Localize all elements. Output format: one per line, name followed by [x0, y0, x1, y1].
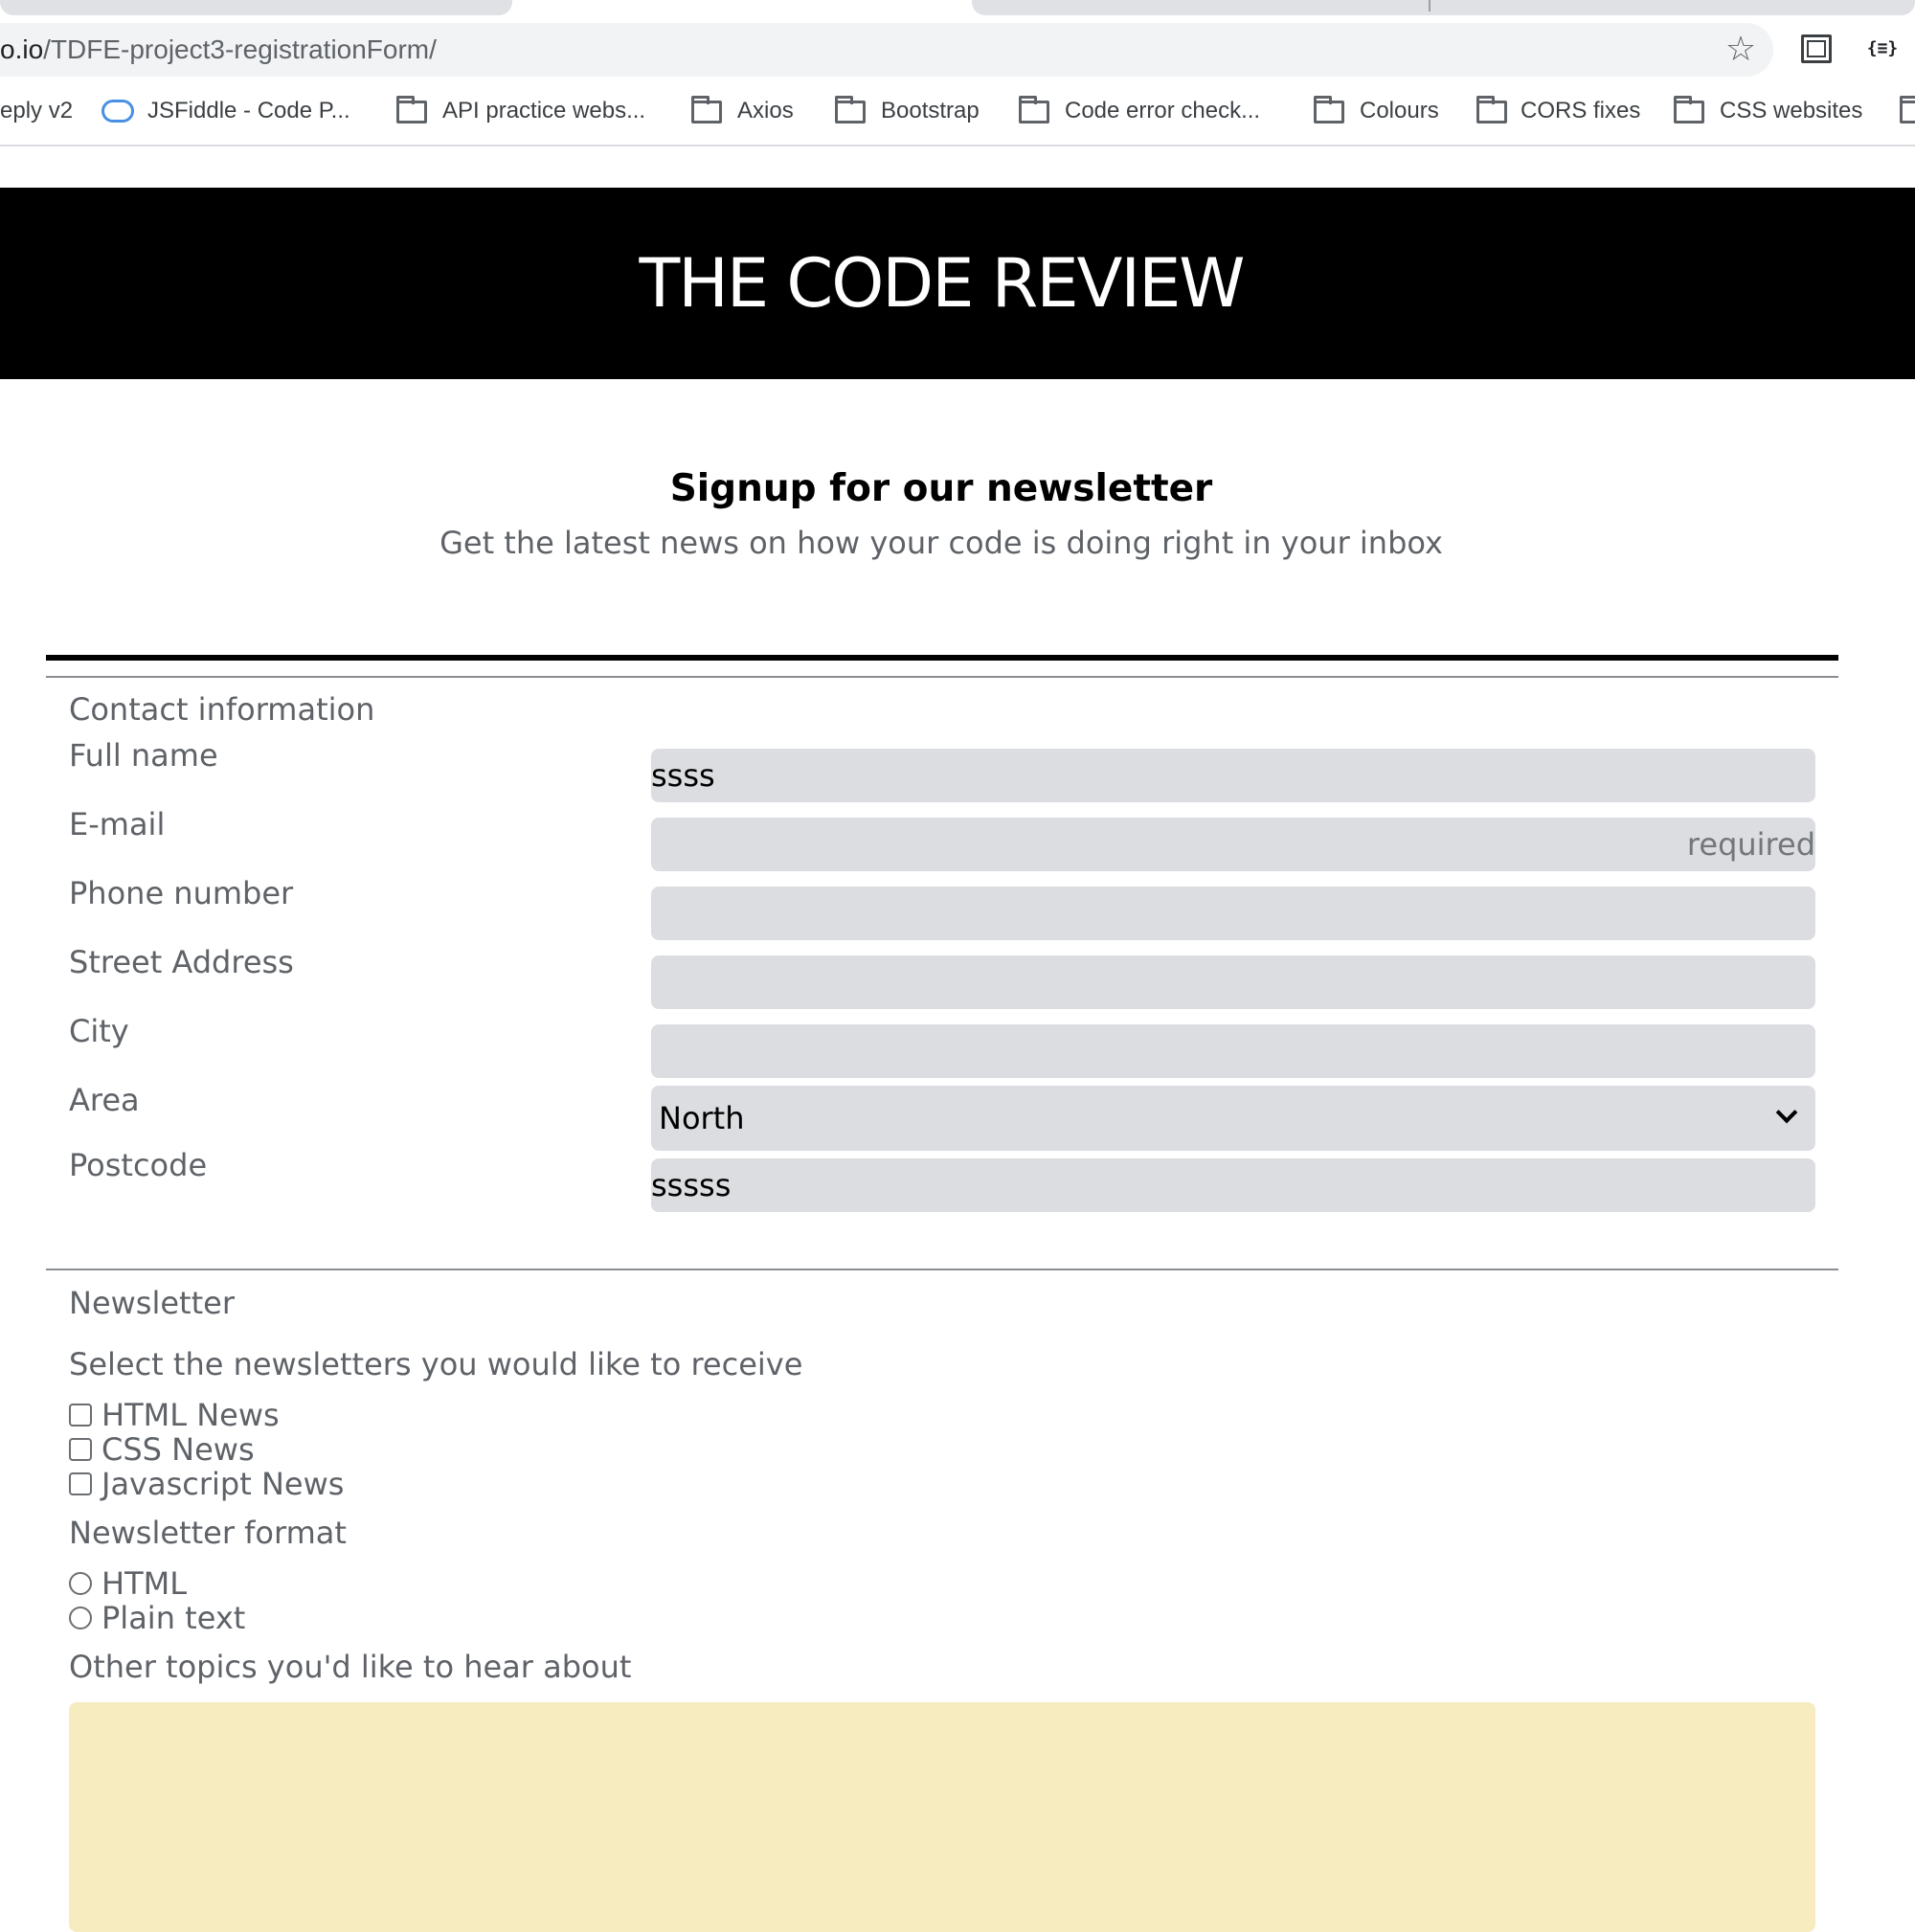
newsletter-format-prompt: Newsletter format — [69, 1515, 347, 1551]
folder-icon — [1314, 96, 1344, 124]
postcode-label: Postcode — [69, 1147, 208, 1183]
phone-label: Phone number — [69, 875, 294, 911]
bookmark-label: Axios — [737, 98, 794, 124]
folder-icon — [835, 96, 866, 124]
bookmark-star-icon[interactable]: ☆ — [1724, 29, 1758, 71]
city-input[interactable] — [651, 1024, 1815, 1078]
extension-icon[interactable]: {≡} — [1863, 34, 1902, 63]
other-topics-textarea[interactable] — [69, 1702, 1815, 1932]
bookmark-folder[interactable]: CSS websites — [1720, 88, 1862, 134]
radio-button[interactable] — [69, 1606, 92, 1629]
browser-tab[interactable] — [0, 0, 512, 15]
browser-tab[interactable] — [972, 0, 1915, 15]
option-label: HTML — [101, 1565, 188, 1602]
chevron-down-icon — [1775, 1101, 1798, 1124]
bookmark-label: CSS websites — [1720, 98, 1863, 124]
full-name-label: Full name — [69, 737, 218, 774]
folder-icon — [1900, 96, 1915, 124]
area-select[interactable]: North — [651, 1086, 1815, 1151]
email-label: E-mail — [69, 806, 166, 842]
city-label: City — [69, 1013, 129, 1049]
option-label: HTML News — [101, 1397, 280, 1433]
checkbox[interactable] — [69, 1472, 92, 1495]
header-divider — [46, 655, 1838, 661]
newsletter-legend: Newsletter — [69, 1285, 235, 1321]
checkbox[interactable] — [69, 1438, 92, 1461]
email-input[interactable] — [651, 818, 1815, 871]
bookmark-label: CORS fixes — [1521, 98, 1641, 124]
bookmark-label: API practice webs... — [442, 98, 646, 124]
bookmark-folder[interactable]: Colours — [1360, 88, 1439, 134]
folder-icon — [1019, 96, 1049, 124]
area-select-value: North — [659, 1100, 745, 1136]
folder-icon — [691, 96, 722, 124]
url-host: o.io — [0, 34, 44, 64]
option-label: Javascript News — [101, 1466, 345, 1502]
area-label: Area — [69, 1082, 140, 1118]
browser-chrome: o.io/TDFE-project3-registrationForm/ ☆ {… — [0, 0, 1915, 147]
bookmark-item[interactable]: eply v2 — [0, 88, 73, 134]
bookmark-label: Colours — [1360, 98, 1439, 124]
signup-title: Signup for our newsletter — [669, 467, 1213, 510]
fieldset-border — [46, 676, 1838, 678]
site-header: THE CODE REVIEW — [0, 188, 1915, 379]
cloud-icon — [101, 100, 134, 123]
postcode-input[interactable] — [651, 1158, 1815, 1212]
radio-button[interactable] — [69, 1572, 92, 1595]
bookmark-folder[interactable]: Bootstrap — [881, 88, 980, 134]
bookmarks-bar: eply v2 JSFiddle - Code P... API practic… — [0, 88, 1915, 134]
bookmark-label: eply v2 — [0, 98, 74, 124]
option-label: CSS News — [101, 1431, 255, 1468]
bookmark-label: JSFiddle - Code P... — [147, 98, 350, 124]
phone-input[interactable] — [651, 887, 1815, 940]
street-address-input[interactable] — [651, 955, 1815, 1009]
chrome-divider — [0, 145, 1915, 146]
bookmark-label: Bootstrap — [881, 98, 980, 124]
bookmark-folder[interactable]: Axios — [737, 88, 794, 134]
fieldset-border — [46, 1269, 1838, 1270]
bookmark-folder[interactable]: Code error check... — [1065, 88, 1260, 134]
street-address-label: Street Address — [69, 944, 294, 980]
signup-subtitle: Get the latest news on how your code is … — [439, 525, 1443, 561]
bookmark-item[interactable]: JSFiddle - Code P... — [147, 88, 350, 134]
bookmark-folder[interactable]: API practice webs... — [442, 88, 645, 134]
newsletter-select-prompt: Select the newsletters you would like to… — [69, 1346, 803, 1382]
full-name-input[interactable] — [651, 749, 1815, 802]
folder-icon — [396, 96, 427, 124]
contact-legend: Contact information — [69, 691, 375, 728]
folder-icon — [1476, 96, 1507, 124]
bookmark-folder[interactable]: CORS fixes — [1521, 88, 1640, 134]
bookmark-label: Code error check... — [1065, 98, 1261, 124]
screencast-icon[interactable] — [1801, 34, 1832, 63]
tab-strip — [0, 0, 1915, 16]
url-path: /TDFE-project3-registrationForm/ — [43, 34, 437, 64]
option-label: Plain text — [101, 1600, 246, 1636]
url-text[interactable]: o.io/TDFE-project3-registrationForm/ — [0, 23, 437, 77]
checkbox[interactable] — [69, 1404, 92, 1427]
other-topics-prompt: Other topics you'd like to hear about — [69, 1649, 632, 1685]
tab-separator — [1429, 0, 1431, 11]
address-bar[interactable]: o.io/TDFE-project3-registrationForm/ — [0, 23, 1773, 77]
site-title: THE CODE REVIEW — [639, 244, 1245, 323]
folder-icon — [1674, 96, 1704, 124]
